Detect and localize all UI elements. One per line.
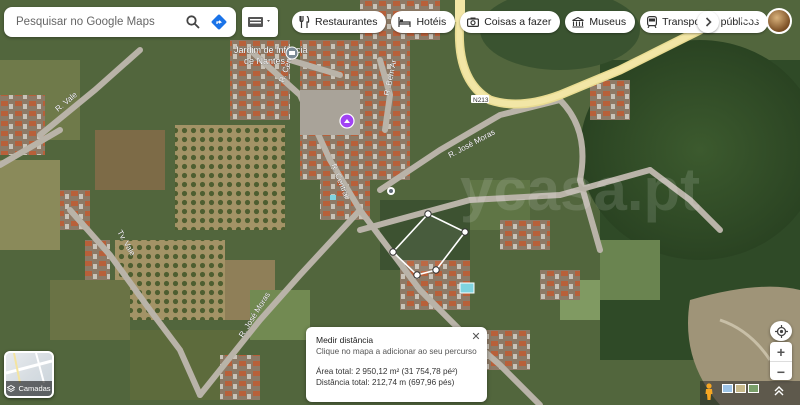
zoom-out-button[interactable]: −: [770, 362, 792, 381]
apps-grid-icon[interactable]: [740, 12, 758, 30]
chip-label: Hotéis: [416, 16, 447, 28]
account-avatar[interactable]: [766, 8, 792, 34]
measure-vertex[interactable]: [432, 266, 440, 274]
imagery-thumbnails[interactable]: [722, 384, 759, 393]
chip-museums[interactable]: Museus: [565, 11, 636, 33]
road-shield-n213-label: N213: [473, 97, 489, 104]
expand-up-icon[interactable]: [774, 386, 784, 396]
chips-next-button[interactable]: [697, 11, 719, 33]
layers-icon: [7, 384, 16, 392]
measure-area: Área total: 2 950,12 m² (31 754,78 pé²): [316, 367, 458, 376]
museum-icon: [572, 16, 585, 28]
my-location-button[interactable]: [770, 321, 792, 341]
layers-label: Camadas: [18, 384, 51, 393]
chevron-right-icon: [705, 17, 712, 27]
layers-button[interactable]: Camadas: [4, 351, 54, 398]
directions-icon[interactable]: [206, 9, 232, 35]
map-preview-icon: [6, 353, 52, 384]
my-location-icon: [774, 324, 788, 338]
measure-vertex[interactable]: [389, 248, 397, 256]
search-input[interactable]: [4, 7, 180, 37]
measure-distance-panel: ✕ Medir distância Clique no mapa a adici…: [306, 327, 487, 402]
pegman-icon[interactable]: [704, 383, 714, 401]
chip-label: Coisas a fazer: [484, 16, 552, 28]
zoom-in-button[interactable]: +: [770, 342, 792, 361]
chip-hotels[interactable]: Hotéis: [391, 11, 456, 33]
chip-restaurants[interactable]: Restaurantes: [292, 11, 387, 33]
measure-distance: Distância total: 212,74 m (697,96 pés): [316, 378, 455, 387]
chip-things-to-do[interactable]: Coisas a fazer: [460, 11, 561, 33]
place-label-school-line2[interactable]: de Nantes: [244, 56, 286, 66]
restaurant-icon: [299, 16, 310, 28]
school-pin-icon[interactable]: [285, 46, 299, 60]
watermark-text: ycasa.pt: [460, 156, 700, 223]
imagery-thumb[interactable]: [735, 384, 746, 393]
camera-icon: [467, 17, 480, 27]
chip-label: Museus: [589, 16, 627, 28]
chip-label: Restaurantes: [315, 16, 378, 28]
keyboard-icon: [248, 17, 270, 27]
measure-vertex[interactable]: [461, 228, 469, 236]
measure-vertex[interactable]: [413, 271, 421, 279]
place-pin-icon[interactable]: [339, 113, 355, 129]
measure-vertex[interactable]: [424, 210, 432, 218]
imagery-thumb[interactable]: [748, 384, 759, 393]
zoom-controls: + −: [770, 342, 792, 380]
measure-hint: Clique no mapa a adicionar ao seu percur…: [316, 347, 477, 356]
measure-title: Medir distância: [316, 335, 374, 345]
transit-icon: [647, 16, 658, 28]
hotel-icon: [398, 17, 412, 27]
imagery-thumb[interactable]: [722, 384, 733, 393]
search-icon[interactable]: [180, 9, 206, 35]
map-type-button[interactable]: [242, 7, 278, 37]
close-icon[interactable]: ✕: [470, 331, 482, 343]
search-box[interactable]: [4, 7, 236, 37]
